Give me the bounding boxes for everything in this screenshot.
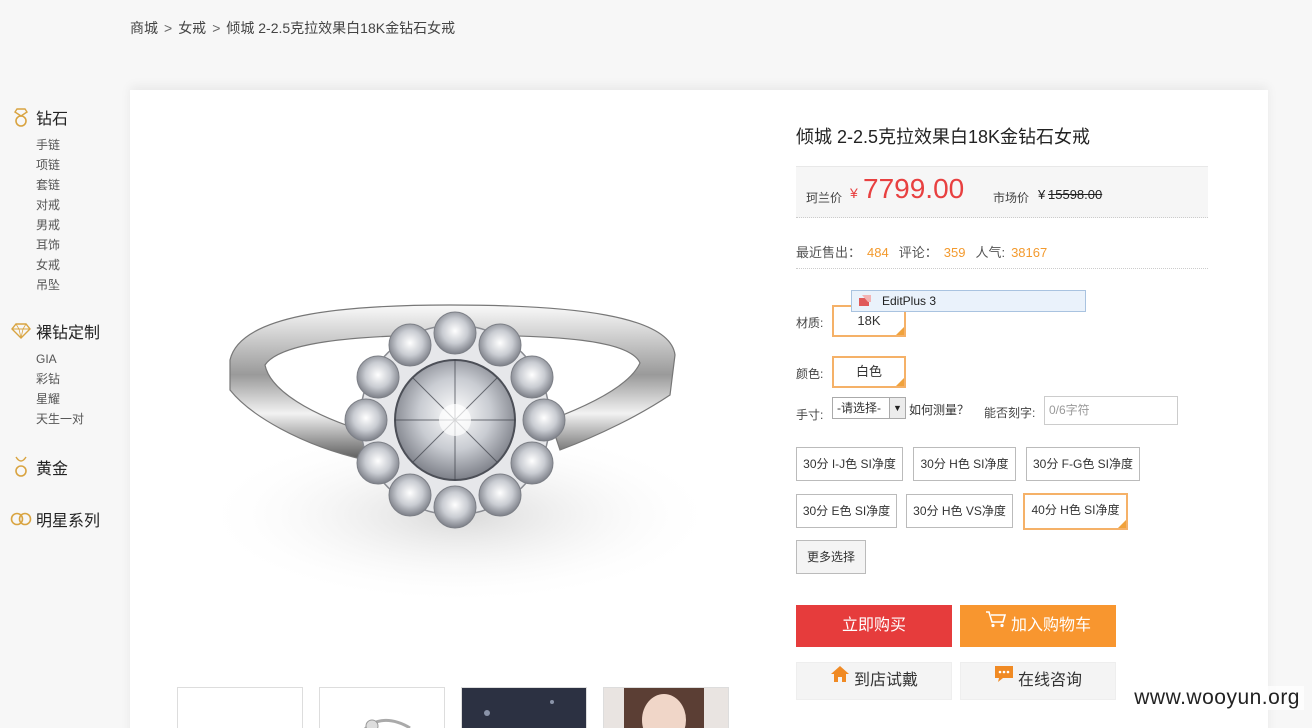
sold-count: 484 [867,245,889,260]
add-to-cart-label: 加入购物车 [1010,617,1091,635]
diamond-ring-icon [10,106,32,128]
spec-option[interactable]: 30分 F-G色 SI净度 [1026,447,1140,481]
more-options-button[interactable]: 更多选择 [796,540,866,574]
category-title: 黄金 [36,461,69,478]
size-select[interactable]: -请选择- ▼ [832,397,906,419]
category-star-series[interactable]: 明星系列 [10,507,120,531]
add-to-cart-button[interactable]: 加入购物车 [960,605,1116,647]
engrave-input[interactable]: 0/6字符 [1044,396,1178,425]
subcategory-item[interactable]: 对戒 [36,195,120,215]
popularity-count: 38167 [1011,245,1048,260]
subcategory-item[interactable]: GIA [36,349,120,369]
rings-icon [10,508,32,530]
category-custom-diamond[interactable]: 裸钻定制 [10,319,120,343]
online-consult-label: 在线咨询 [1017,672,1082,690]
gold-pendant-icon [10,456,32,478]
subcategory-list: GIA 彩钻 星耀 天生一对 [36,349,120,429]
currency-symbol: ¥ [850,185,858,201]
subcategory-item[interactable]: 天生一对 [36,409,120,429]
product-main-image[interactable] [170,115,730,675]
editplus-icon [858,294,872,308]
subcategory-item[interactable]: 项链 [36,155,120,175]
size-label: 手寸: [796,408,824,422]
spec-option[interactable]: 30分 I-J色 SI净度 [796,447,903,481]
selected-corner-icon [896,327,904,335]
thumbnail[interactable] [177,687,303,728]
spec-option-selected[interactable]: 40分 H色 SI净度 [1023,493,1128,530]
review-count[interactable]: 359 [944,245,966,260]
subcategory-item[interactable]: 男戒 [36,215,120,235]
category-gold[interactable]: 黄金 [10,455,120,479]
product-price: 7799.00 [863,173,965,204]
category-title: 钻石 [36,111,69,128]
material-value: 18K [857,313,881,328]
taskbar-tooltip[interactable]: EditPlus 3 [851,290,1086,312]
selected-corner-icon [896,378,904,386]
online-consult-button[interactable]: 在线咨询 [960,662,1116,700]
breadcrumb-current: 倾城 2-2.5克拉效果白18K金钻石女戒 [226,20,456,36]
category-title: 明星系列 [36,513,101,530]
product-card: 倾城 2-2.5克拉效果白18K金钻石女戒 珂兰价 ¥ 7799.00 市场价 … [130,90,1268,728]
color-option[interactable]: 白色 [832,356,906,388]
market-currency-symbol: ¥ [1038,187,1046,202]
spec-option-label: 40分 H色 SI净度 [1031,503,1120,517]
market-price-label: 市场价 [993,191,1030,205]
try-in-store-label: 到店试戴 [853,672,918,690]
color-value: 白色 [855,364,882,379]
material-label: 材质: [796,316,824,330]
watermark: www.wooyun.org [1130,686,1304,710]
breadcrumb-home[interactable]: 商城 [130,20,158,36]
subcategory-item[interactable]: 彩钻 [36,369,120,389]
diamond-icon [10,320,32,342]
subcategory-item[interactable]: 星耀 [36,389,120,409]
size-select-value: -请选择- [837,401,881,415]
dropdown-arrow-icon[interactable]: ▼ [889,398,905,418]
how-to-measure-link[interactable]: 如何测量？ [909,401,969,418]
subcategory-item[interactable]: 手链 [36,135,120,155]
spec-option[interactable]: 30分 E色 SI净度 [796,494,897,528]
price-label: 珂兰价 [806,191,843,205]
breadcrumb-separator: > [164,20,173,36]
category-diamond[interactable]: 钻石 [10,105,120,129]
breadcrumb-separator: > [212,20,221,36]
spec-option[interactable]: 30分 H色 SI净度 [913,447,1016,481]
spec-option[interactable]: 30分 H色 VS净度 [906,494,1013,528]
selected-corner-icon [1118,520,1126,528]
popularity-label: 人气: [975,245,1006,260]
divider [796,268,1208,269]
thumbnail[interactable] [461,687,587,728]
subcategory-list: 手链 项链 套链 对戒 男戒 耳饰 女戒 吊坠 [36,135,120,295]
thumbnail-strip [177,687,729,728]
sales-stats: 最近售出： 484 评论： 359 人气: 38167 [796,242,1057,261]
buy-now-button[interactable]: 立即购买 [796,605,952,647]
breadcrumb: 商城 > 女戒 > 倾城 2-2.5克拉效果白18K金钻石女戒 [130,18,455,38]
color-label: 颜色: [796,367,824,381]
thumbnail[interactable] [319,687,445,728]
subcategory-item[interactable]: 套链 [36,175,120,195]
subcategory-item[interactable]: 女戒 [36,255,120,275]
thumbnail[interactable] [603,687,729,728]
category-sidebar: 钻石 手链 项链 套链 对戒 男戒 耳饰 女戒 吊坠 裸钻定制 GIA 彩钻 星… [10,105,120,531]
product-title: 倾城 2-2.5克拉效果白18K金钻石女戒 [796,127,1091,147]
shopping-cart-icon [985,603,1007,645]
try-in-store-button[interactable]: 到店试戴 [796,662,952,700]
market-price: 15598.00 [1048,187,1103,202]
price-box: 珂兰价 ¥ 7799.00 市场价 ¥ 15598.00 [796,166,1208,218]
engrave-placeholder: 0/6字符 [1049,403,1090,417]
subcategory-item[interactable]: 耳饰 [36,235,120,255]
engrave-label: 能否刻字: [984,406,1036,420]
chat-icon [994,661,1014,697]
sold-label: 最近售出： [796,245,862,260]
breadcrumb-category[interactable]: 女戒 [178,20,206,36]
home-icon [830,661,850,697]
category-title: 裸钻定制 [36,325,101,342]
subcategory-item[interactable]: 吊坠 [36,275,120,295]
tooltip-text: EditPlus 3 [882,294,937,308]
review-label: 评论： [898,245,938,260]
